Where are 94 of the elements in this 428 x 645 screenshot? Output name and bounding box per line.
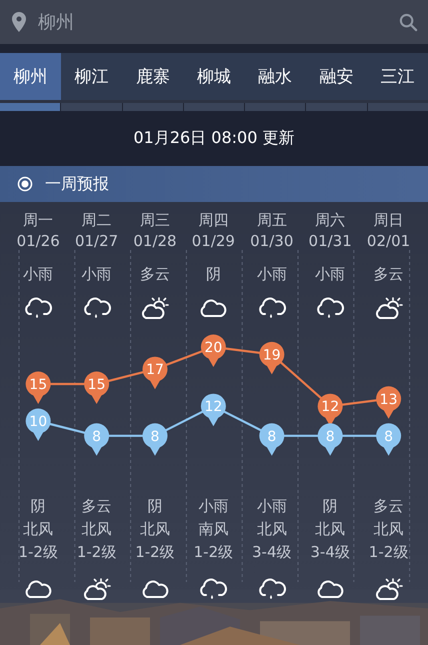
night-weather-label: 多云 [374,496,404,517]
sun-cloud-icon [374,297,404,321]
weekday-label: 周五 [256,210,287,231]
location-pin-icon [12,12,26,32]
temperature-pin: 15 [26,372,51,404]
data-label: 8 [267,428,276,445]
wind-direction-label: 北风 [82,519,112,540]
day-weather-label: 小雨 [256,264,287,285]
search-bar[interactable]: 柳州 [0,0,428,44]
night-weather-label: 阴 [322,496,338,517]
night-weather-label: 小雨 [256,496,287,517]
data-label: 19 [262,347,281,364]
city-tab[interactable]: 柳江 [61,53,122,100]
wind-direction-label: 北风 [256,519,287,540]
data-label: 8 [92,428,102,445]
weekday-label: 周日 [374,210,404,231]
rain-cloud-icon [82,297,112,321]
wind-level-label: 3-4级 [310,542,350,563]
temperature-pin: 8 [142,423,168,456]
temperature-pin: 12 [318,394,343,426]
data-label: 15 [29,377,48,393]
weekday-label: 周三 [140,210,170,231]
day-weather-label: 多云 [374,264,404,285]
day-weather-label: 小雨 [82,264,112,285]
day-weather-label: 小雨 [315,264,346,285]
date-label: 01/28 [133,231,177,252]
temperature-pin: 8 [318,423,343,456]
search-icon[interactable] [399,12,418,32]
data-label: 12 [204,399,222,416]
data-label: 8 [150,428,160,445]
date-label: 02/01 [366,231,410,252]
weekday-label: 周四 [198,210,228,231]
wind-direction-label: 北风 [374,519,404,540]
wind-direction-label: 北风 [140,519,170,540]
temperature-pin: 13 [376,386,402,419]
data-label: 13 [380,392,398,408]
update-time: 01月26日 08:00 更新 [134,128,294,149]
wind-level-label: 3-4级 [252,542,292,563]
data-label: 17 [146,362,164,378]
temperature-pin: 20 [200,334,226,367]
weekday-label: 周六 [315,210,346,231]
wind-level-label: 1-2级 [194,542,234,563]
sun-cloud-icon [140,297,170,321]
temperature-pin: 8 [84,423,110,456]
night-weather-label: 阴 [147,496,162,517]
rain-cloud-icon [256,297,287,321]
wind-direction-label: 北风 [315,519,346,540]
city-tab[interactable]: 三江 [366,53,428,100]
wind-direction-label: 南风 [198,519,228,540]
city-tab[interactable]: 融水 [244,53,306,100]
city-tab[interactable]: 柳城 [183,53,245,100]
data-label: 20 [204,340,222,356]
night-weather-label: 小雨 [198,496,228,517]
wind-level-label: 1-2级 [18,542,58,563]
radio-icon [17,176,33,192]
rain-cloud-icon [23,297,54,321]
wind-level-label: 1-2级 [76,542,116,563]
sun-cloud-icon [374,578,404,602]
temperature-pin: 12 [200,394,226,426]
wind-direction-label: 北风 [23,519,54,540]
wind-level-label: 1-2级 [135,542,175,563]
data-label: 8 [384,428,394,445]
temperature-pin: 10 [26,408,51,441]
temperature-pin: 19 [259,342,284,374]
rain-cloud-icon [198,578,228,602]
day-weather-label: 阴 [206,264,221,285]
date-label: 01/30 [250,231,294,252]
sun-cloud-icon [82,578,112,602]
weekday-label: 周一 [23,210,54,231]
city-tab[interactable]: 鹿寨 [122,53,184,100]
date-label: 01/26 [16,231,60,252]
city-tab[interactable]: 融安 [306,53,367,100]
day-weather-label: 多云 [140,264,170,285]
section-title: 一周预报 [45,174,109,194]
night-weather-label: 多云 [82,496,112,517]
weekday-label: 周二 [82,210,112,231]
temperature-pin: 15 [84,372,110,404]
temperature-pin: 17 [142,356,168,390]
date-label: 01/27 [74,231,118,252]
search-field[interactable]: 柳州 [38,12,387,32]
date-label: 01/31 [308,231,352,252]
data-label: 8 [326,428,335,445]
day-weather-label: 小雨 [23,264,54,285]
data-label: 12 [321,399,340,416]
rain-cloud-icon [256,578,287,602]
date-label: 01/29 [192,231,235,252]
temperature-pin: 8 [259,423,284,456]
wind-level-label: 1-2级 [368,542,408,563]
city-tab[interactable]: 柳州 [0,53,62,100]
temperature-pin: 8 [376,423,402,456]
data-label: 15 [88,377,106,393]
rain-cloud-icon [315,297,346,321]
data-label: 10 [29,414,48,430]
night-weather-label: 阴 [30,496,46,517]
